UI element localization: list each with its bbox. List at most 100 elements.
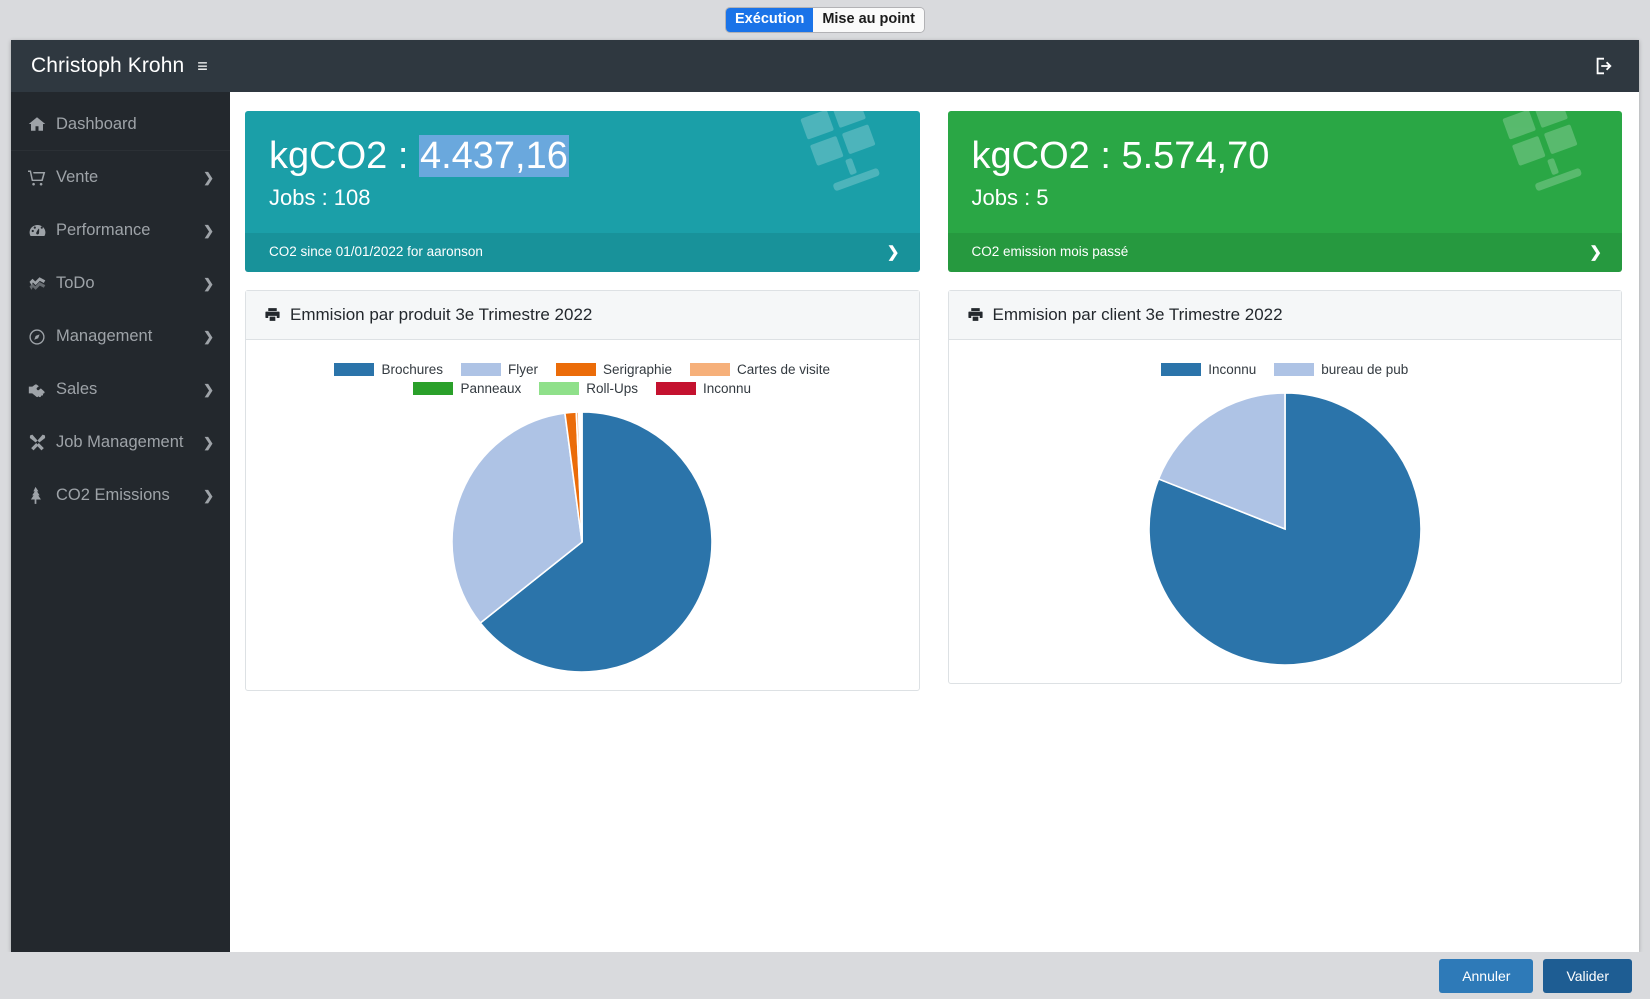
legend-item[interactable]: Roll-Ups	[539, 381, 638, 396]
chevron-right-icon: ❯	[203, 169, 214, 185]
sidebar-item-label: CO2 Emissions	[56, 486, 170, 504]
compass-icon	[28, 328, 52, 346]
sidebar-item-label: Performance	[56, 221, 151, 239]
brand: Christoph Krohn ≡	[31, 54, 208, 78]
top-navbar: Christoph Krohn ≡	[11, 40, 1639, 92]
pie-slice[interactable]	[580, 411, 584, 542]
kpi-jobs: Jobs : 108	[269, 184, 371, 210]
sidebar-item-label: Vente	[56, 168, 99, 186]
home-icon	[28, 115, 52, 133]
panel-title: Emmision par produit 3e Trimestre 2022	[290, 304, 593, 324]
panel-body: Brochures Flyer Serigraphie Cartes de vi…	[246, 340, 919, 690]
cart-icon	[28, 169, 52, 187]
legend-swatch	[1274, 362, 1315, 376]
sidebar-item-label: Management	[56, 327, 153, 345]
chevron-right-icon: ❯	[886, 243, 900, 261]
footer-action-bar: Annuler Valider	[0, 952, 1650, 999]
legend-swatch	[539, 381, 580, 395]
legend-item[interactable]: Inconnu	[1161, 362, 1256, 377]
legend-label: Flyer	[507, 361, 538, 377]
chevron-right-icon: ❯	[203, 381, 214, 397]
legend-item[interactable]: Flyer	[460, 361, 538, 377]
pie-chart-svg[interactable]	[1147, 391, 1423, 667]
kpi-jobs: Jobs : 5	[971, 184, 1049, 210]
tools-icon	[28, 433, 52, 452]
sidebar-item-job-management[interactable]: Job Management ❯	[11, 416, 230, 469]
legend-swatch	[413, 381, 454, 395]
legend-swatch	[555, 362, 596, 376]
mode-pill-debug[interactable]: Mise au point	[813, 7, 924, 33]
legend-swatch	[460, 362, 501, 376]
kpi-footer-label: CO2 emission mois passé	[971, 244, 1129, 260]
legend-swatch	[690, 362, 731, 376]
chevron-right-icon: ❯	[203, 275, 214, 291]
handshake-icon	[28, 381, 52, 399]
mode-pill-group: Exécution Mise au point	[726, 7, 924, 33]
app-window: Christoph Krohn ≡ Dashboard Vente ❯ Perf…	[11, 40, 1639, 952]
kpi-value[interactable]: 5.574,70	[1121, 135, 1269, 177]
dashboard-grid: kgCO2 : 4.437,16 Jobs : 108 CO2 since 01…	[245, 111, 1622, 691]
panel-emission-par-client: Emmision par client 3e Trimestre 2022 In…	[947, 289, 1622, 684]
mode-pill-execution[interactable]: Exécution	[726, 7, 814, 33]
print-icon[interactable]	[967, 306, 984, 323]
main-content: kgCO2 : 4.437,16 Jobs : 108 CO2 since 01…	[230, 92, 1639, 952]
kpi-footer-link[interactable]: CO2 emission mois passé ❯	[947, 232, 1622, 272]
sidebar: Dashboard Vente ❯ Performance ❯ ToDo ❯ M…	[11, 92, 230, 952]
validate-button[interactable]: Valider	[1543, 958, 1632, 993]
kpi-value-prefix: kgCO2 :	[971, 135, 1122, 177]
brand-username: Christoph Krohn	[31, 54, 185, 77]
panel-header: Emmision par client 3e Trimestre 2022	[948, 290, 1621, 340]
chevron-right-icon: ❯	[203, 487, 214, 503]
legend-label: bureau de pub	[1321, 361, 1409, 377]
legend-item[interactable]: Cartes de visite	[690, 362, 830, 377]
legend-swatch	[334, 362, 375, 376]
legend-label: Brochures	[381, 361, 443, 377]
pie-chart-client[interactable]	[959, 379, 1612, 667]
kpi-card-co2-last-month: kgCO2 : 5.574,70 Jobs : 5 CO2 emission m…	[947, 111, 1622, 272]
chart-legend: Inconnu bureau de pub	[959, 358, 1612, 379]
legend-swatch	[656, 381, 697, 395]
dashboard-column-left: kgCO2 : 4.437,16 Jobs : 108 CO2 since 01…	[245, 111, 920, 691]
dashboard-column-right: kgCO2 : 5.574,70 Jobs : 5 CO2 emission m…	[947, 111, 1622, 691]
legend-item[interactable]: Panneaux	[413, 381, 521, 396]
legend-label: Serigraphie	[602, 361, 673, 377]
tachometer-icon	[28, 221, 52, 240]
legend-item[interactable]: Inconnu	[656, 381, 751, 396]
sidebar-item-label: Job Management	[56, 433, 184, 451]
hamburger-icon[interactable]: ≡	[197, 57, 208, 75]
legend-item[interactable]: Serigraphie	[555, 361, 673, 377]
sign-out-icon[interactable]	[1593, 55, 1615, 77]
sidebar-item-label: Dashboard	[56, 114, 137, 133]
chevron-right-icon: ❯	[203, 328, 214, 344]
chevron-right-icon: ❯	[203, 434, 214, 450]
sidebar-item-management[interactable]: Management ❯	[11, 310, 230, 363]
pie-chart-produit[interactable]	[256, 398, 909, 674]
tree-icon	[28, 486, 52, 505]
panel-body: Inconnu bureau de pub	[949, 340, 1622, 683]
tasks-icon	[28, 274, 52, 293]
pie-chart-svg[interactable]	[450, 410, 714, 674]
legend-item[interactable]: bureau de pub	[1274, 362, 1408, 377]
legend-label: Roll-Ups	[586, 380, 639, 396]
sidebar-item-todo[interactable]: ToDo ❯	[11, 257, 230, 310]
sidebar-item-label: Sales	[56, 380, 98, 398]
legend-label: Panneaux	[460, 380, 522, 396]
panel-header: Emmision par produit 3e Trimestre 2022	[246, 290, 919, 340]
chart-legend: Brochures Flyer Serigraphie Cartes de vi…	[256, 358, 909, 398]
legend-label: Inconnu	[1208, 361, 1257, 377]
sidebar-item-performance[interactable]: Performance ❯	[11, 204, 230, 257]
cancel-button[interactable]: Annuler	[1439, 958, 1534, 993]
sidebar-item-sales[interactable]: Sales ❯	[11, 363, 230, 416]
kpi-value[interactable]: 4.437,16	[418, 135, 569, 177]
print-icon[interactable]	[264, 306, 281, 323]
sidebar-item-co2-emissions[interactable]: CO2 Emissions ❯	[11, 469, 230, 522]
kpi-body: kgCO2 : 4.437,16 Jobs : 108	[245, 111, 920, 233]
kpi-footer-link[interactable]: CO2 since 01/01/2022 for aaronson ❯	[245, 232, 920, 272]
kpi-value-row: kgCO2 : 5.574,70	[972, 134, 1599, 179]
sidebar-item-dashboard[interactable]: Dashboard	[11, 98, 230, 151]
browser-mode-bar: Exécution Mise au point	[0, 0, 1650, 40]
chevron-right-icon: ❯	[203, 222, 214, 238]
panel-title: Emmision par client 3e Trimestre 2022	[992, 304, 1283, 324]
sidebar-item-vente[interactable]: Vente ❯	[11, 151, 230, 204]
legend-item[interactable]: Brochures	[334, 362, 443, 377]
